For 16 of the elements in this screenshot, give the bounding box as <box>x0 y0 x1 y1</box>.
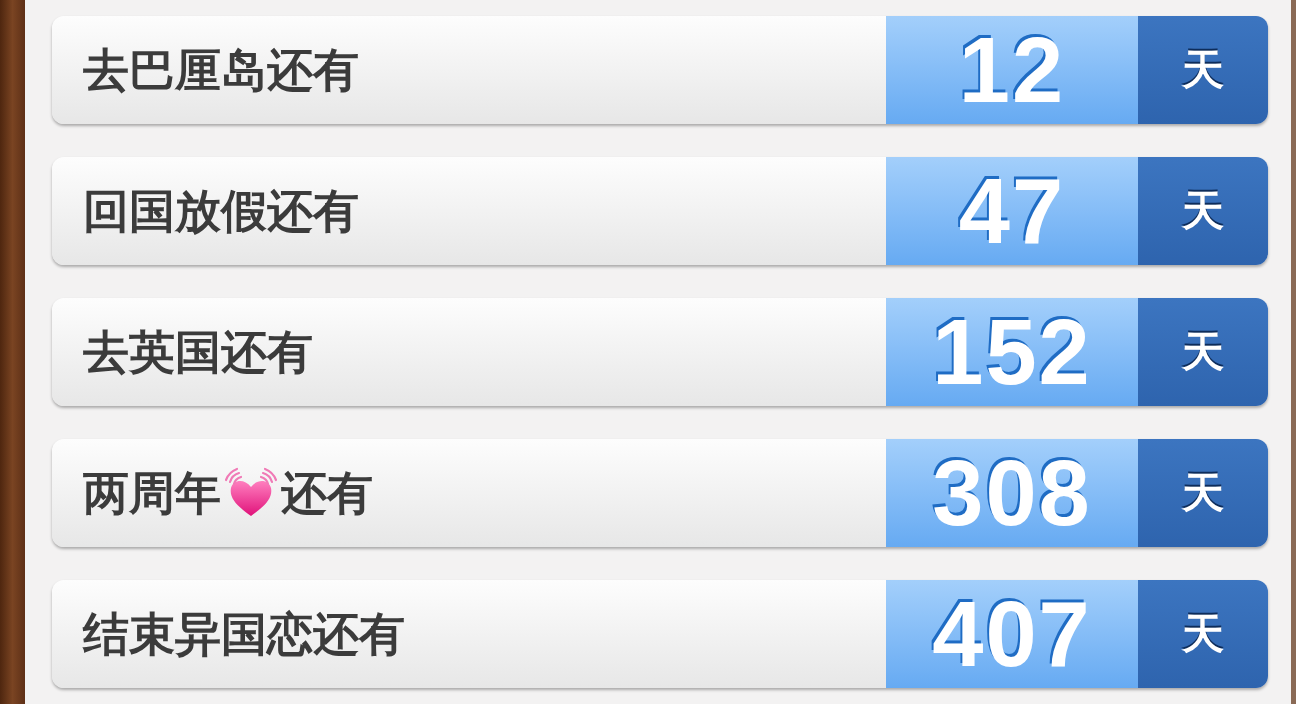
day-unit: 天 <box>1182 49 1224 91</box>
event-label: 去英国还有 <box>83 329 313 375</box>
event-label: 结束异国恋还有 <box>83 611 405 657</box>
day-unit: 天 <box>1182 331 1224 373</box>
days-count: 12 <box>958 24 1066 116</box>
days-count: 152 <box>932 306 1092 398</box>
days-count: 47 <box>958 165 1066 257</box>
day-unit: 天 <box>1182 613 1224 655</box>
event-label: 还有 <box>281 470 373 516</box>
days-count: 308 <box>932 447 1092 539</box>
day-unit: 天 <box>1182 190 1224 232</box>
event-label: 两周年 <box>83 470 221 516</box>
event-label: 去巴厘岛还有 <box>83 47 359 93</box>
event-label: 回国放假还有 <box>83 188 359 234</box>
day-unit: 天 <box>1182 472 1224 514</box>
days-count: 407 <box>932 588 1092 680</box>
